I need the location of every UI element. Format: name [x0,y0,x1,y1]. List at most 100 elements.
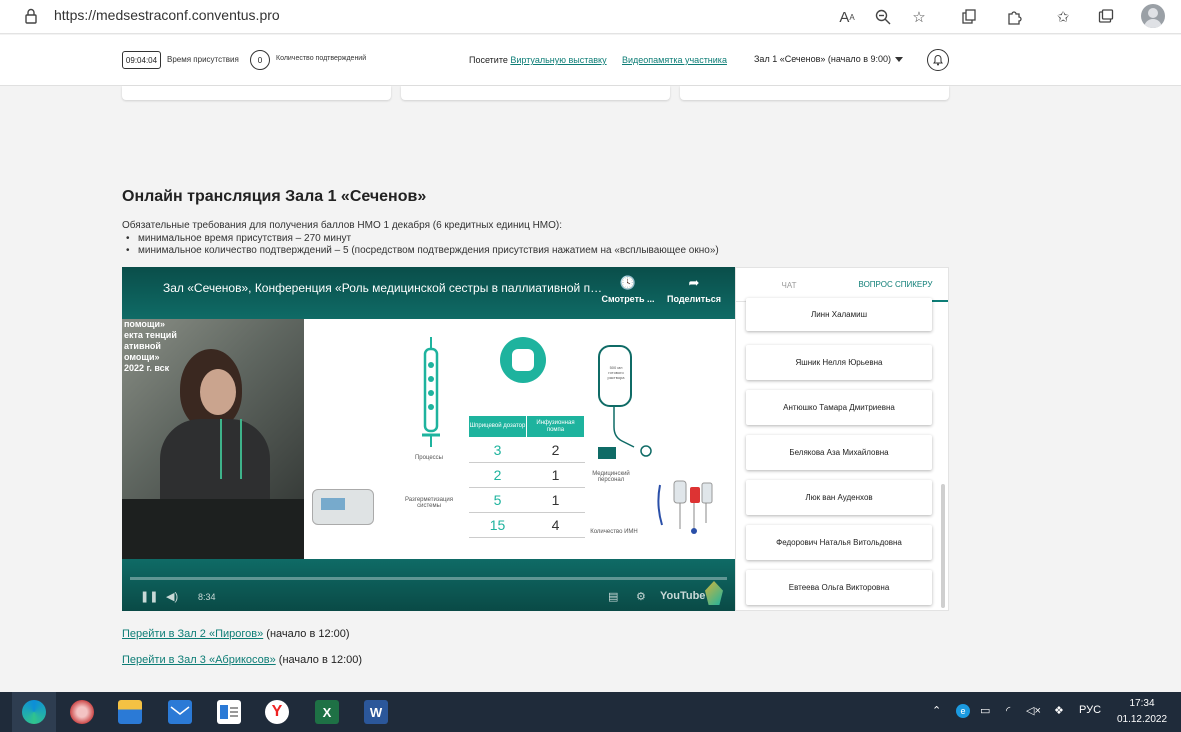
wifi-icon[interactable]: ◜ [1006,704,1010,717]
syringe-icon [422,337,440,447]
table-row: 15 4 [468,512,585,538]
time-display: 8:34 [198,592,216,602]
share-icon: ➦ [688,275,700,290]
list-item[interactable]: Федорович Наталья Витольдовна [746,525,932,560]
lock-icon[interactable] [24,8,38,24]
hall-3-link[interactable]: Перейти в Зал 3 «Абрикосов» [122,654,276,666]
youtube-logo[interactable]: YouTube [660,590,705,602]
video-title[interactable]: Зал «Сеченов», Конференция «Роль медицин… [163,281,603,295]
favorites-icon[interactable]: ✩ [1052,6,1074,28]
progress-bar[interactable] [130,577,727,580]
language-indicator[interactable]: РУС [1079,704,1101,716]
visit-prefix: Посетите [469,55,508,65]
table-row: 2 1 [468,462,585,488]
tab-chat[interactable]: ЧАТ [736,268,842,302]
word-icon[interactable]: W [364,700,388,724]
extensions-icon[interactable] [1003,6,1025,28]
attendance-timer: 09:04:04 [122,51,161,69]
excel-icon[interactable]: X [315,700,339,724]
list-item[interactable]: Евтеева Ольга Викторовна [746,570,932,605]
hall-3-start: (начало в 12:00) [275,654,363,666]
table-cell: 1 [526,487,585,513]
yandex-browser-icon[interactable]: Y [265,700,289,724]
subtitles-icon[interactable]: ▤ [608,590,618,603]
iv-bag-icon: 500 мл готового раствора [598,345,632,407]
confirmations-label: Количество подтверждений [276,55,367,62]
share-label: Поделиться [666,294,721,304]
list-item[interactable]: Яшник Нелля Юрьевна [746,345,932,380]
share-button[interactable]: ➦ Поделиться [664,275,724,304]
hall-3-link-line: Перейти в Зал 3 «Абрикосов» (начало в 12… [122,654,362,666]
table-cell: 2 [468,462,527,488]
hall-select[interactable]: Зал 1 «Сеченов» (начало в 9:00) [754,54,903,64]
chevron-down-icon [895,56,903,62]
taskbar: Y X W ⌃ e ▭ ◜ ◁× ❖ РУС 17:34 01.12.2022 [0,692,1181,732]
table-row: 3 2 [468,437,585,463]
timer-label: Время присутствия [167,55,239,64]
program-card [401,86,670,100]
hall-2-link[interactable]: Перейти в Зал 2 «Пирогов» [122,628,263,640]
clock-icon: 🕓 [619,275,637,290]
player-controls: ❚❚ ◀) 8:34 ▤ ⚙ YouTube [122,559,735,611]
virtual-exhibition-link[interactable]: Виртуальную выставку [510,55,606,65]
table-cell: 3 [468,437,527,463]
speaker-face [200,369,236,415]
requirements-intro: Обязательные требования для получения ба… [122,220,563,231]
infusion-set-image [657,480,713,534]
clock-date: 01.12.2022 [1116,714,1168,725]
battery-icon[interactable]: ▭ [980,704,990,717]
paint-icon[interactable] [70,700,94,724]
clock[interactable]: 17:34 01.12.2022 [1112,696,1172,728]
watch-later-button[interactable]: 🕓 Смотреть ... [600,275,656,304]
tab-question-speaker[interactable]: ВОПРОС СПИКЕРУ [842,268,948,302]
skype-icon[interactable]: e [956,704,970,718]
list-item[interactable]: Люк ван Ауденхов [746,480,932,515]
podium [122,499,304,559]
zoom-out-icon[interactable] [872,6,894,28]
page-title: Онлайн трансляция Зала 1 «Сеченов» [122,188,427,205]
address-bar[interactable]: https://medsestraconf.conventus.pro [54,7,280,23]
add-favorite-icon[interactable]: ☆ [908,6,930,28]
list-item[interactable]: Линн Халамиш [746,298,932,331]
list-item[interactable]: Белякова Аза Михайловна [746,435,932,470]
table-cell: 5 [468,487,527,513]
video-player[interactable]: Зал «Сеченов», Конференция «Роль медицин… [122,267,735,611]
edge-icon[interactable] [22,700,46,724]
participant-memo-link[interactable]: Видеопамятка участника [622,55,727,65]
video-frame[interactable]: помощи» екта тенций ативной омощи» 2022 … [122,319,735,559]
panel-tabs: ЧАТ ВОПРОС СПИКЕРУ [736,268,948,302]
hall-select-value: Зал 1 «Сеченов» (начало в 9:00) [754,54,891,64]
mail-icon[interactable] [168,700,192,724]
panel-scrollbar[interactable] [941,484,945,608]
profile-avatar[interactable] [1141,4,1165,28]
dropbox-icon[interactable]: ❖ [1054,704,1064,717]
gear-icon[interactable]: ⚙ [636,590,646,603]
speaker-muted-icon[interactable]: ◁× [1026,704,1041,717]
wall-banner-text: помощи» екта тенций ативной омощи» 2022 … [124,319,177,373]
notifications-button[interactable] [927,49,949,71]
list-item: минимальное время присутствия – 270 мину… [126,233,719,245]
list-item[interactable]: Антюшко Тамара Дмитриевна [746,390,932,425]
chevron-up-icon[interactable]: ⌃ [932,704,941,717]
hall-2-link-line: Перейти в Зал 2 «Пирогов» (начало в 12:0… [122,628,350,640]
bell-icon [933,55,943,66]
bag-label: 500 мл готового раствора [607,365,625,380]
pause-icon[interactable]: ❚❚ [140,590,158,603]
collections-icon[interactable] [958,6,980,28]
volume-icon[interactable]: ◀) [166,590,178,603]
presentation-slide: 500 мл готового раствора Шприцевой дозат… [304,319,735,559]
depressurization-label: Разгерметизация системы [404,497,454,509]
side-panel: ЧАТ ВОПРОС СПИКЕРУ Линн Халамиш Яшник Не… [735,267,949,611]
read-aloud-icon[interactable]: AA [836,6,858,28]
clock-time: 17:34 [1129,698,1155,709]
news-icon[interactable] [217,700,241,724]
table-cell: 15 [468,512,527,538]
list-item: минимальное количество подтверждений – 5… [126,245,719,257]
hall-2-start: (начало в 12:00) [263,628,350,640]
requirements-list: минимальное время присутствия – 270 мину… [126,233,719,257]
browser-toolbar: https://medsestraconf.conventus.pro AA ☆… [0,0,1181,34]
processes-label: Процессы [414,455,443,461]
store-icon[interactable] [118,700,142,724]
tab-actions-icon[interactable] [1095,6,1117,28]
count-label: Количество ИМН [590,529,638,535]
